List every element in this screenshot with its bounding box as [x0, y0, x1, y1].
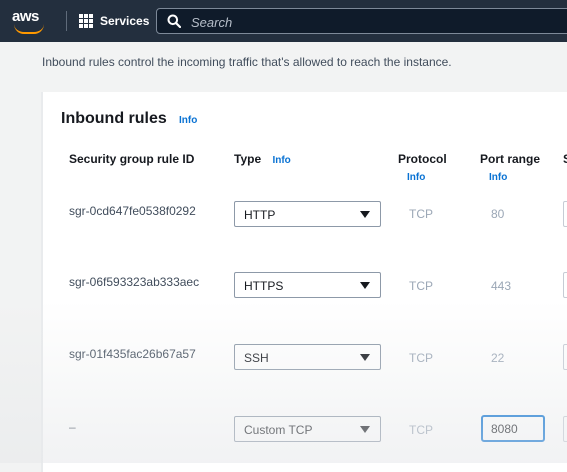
column-header-protocol: Protocol	[398, 152, 447, 166]
port-range-cell: 443	[491, 279, 512, 293]
services-menu-button[interactable]: Services	[79, 11, 149, 31]
protocol-cell: TCP	[409, 279, 433, 293]
caret-down-icon	[360, 426, 370, 433]
type-select-value: HTTPS	[244, 279, 284, 293]
search-icon	[167, 14, 181, 28]
port-range-info-link[interactable]: Info	[489, 172, 507, 183]
type-select[interactable]: HTTPS	[234, 272, 381, 298]
type-info-link[interactable]: Info	[272, 155, 290, 166]
services-label: Services	[100, 14, 150, 28]
aws-logo[interactable]: aws	[10, 8, 54, 34]
source-select[interactable]	[563, 201, 567, 227]
caret-down-icon	[360, 282, 370, 289]
source-select[interactable]	[563, 344, 567, 370]
panel-title: Inbound rules	[61, 110, 167, 127]
rule-id-cell: sgr-06f593323ab333aec	[69, 275, 200, 289]
source-select[interactable]	[563, 416, 567, 442]
type-select-value: HTTP	[244, 208, 276, 222]
type-select[interactable]: SSH	[234, 344, 381, 370]
protocol-cell: TCP	[409, 351, 433, 365]
search-input[interactable]	[189, 11, 553, 33]
type-select-value: Custom TCP	[244, 423, 313, 437]
top-navigation-bar: aws Services	[0, 0, 567, 42]
column-header-type: Type Info	[234, 152, 291, 166]
topbar-divider	[66, 11, 67, 31]
type-select-value: SSH	[244, 351, 269, 365]
grid-icon	[79, 14, 93, 28]
search-box[interactable]	[156, 8, 567, 34]
type-select[interactable]: Custom TCP	[234, 416, 381, 442]
caret-down-icon	[360, 211, 370, 218]
title-info-link[interactable]: Info	[179, 115, 197, 126]
protocol-info-link[interactable]: Info	[407, 172, 425, 183]
protocol-cell: TCP	[409, 207, 433, 221]
type-select[interactable]: HTTP	[234, 201, 381, 227]
aws-logo-text: aws	[12, 8, 39, 25]
protocol-cell: TCP	[409, 423, 433, 437]
rule-id-cell: sgr-0cd647fe0538f0292	[69, 204, 196, 218]
aws-logo-smile-icon	[14, 24, 44, 34]
column-header-port-range: Port range	[480, 152, 541, 166]
rule-id-cell: sgr-01f435fac26b67a57	[69, 347, 196, 361]
inbound-rules-description: Inbound rules control the incoming traff…	[42, 55, 452, 69]
inbound-rules-panel: Inbound rules Info Security group rule I…	[41, 92, 567, 472]
column-header-type-label: Type	[234, 152, 262, 166]
rule-id-cell: –	[69, 420, 76, 434]
caret-down-icon	[360, 354, 370, 361]
port-range-input[interactable]	[481, 415, 545, 442]
port-range-cell: 80	[491, 207, 505, 221]
port-range-cell: 22	[491, 351, 505, 365]
source-select[interactable]	[563, 272, 567, 298]
column-header-cutoff: S	[563, 152, 567, 166]
column-header-rule-id: Security group rule ID	[69, 152, 195, 166]
